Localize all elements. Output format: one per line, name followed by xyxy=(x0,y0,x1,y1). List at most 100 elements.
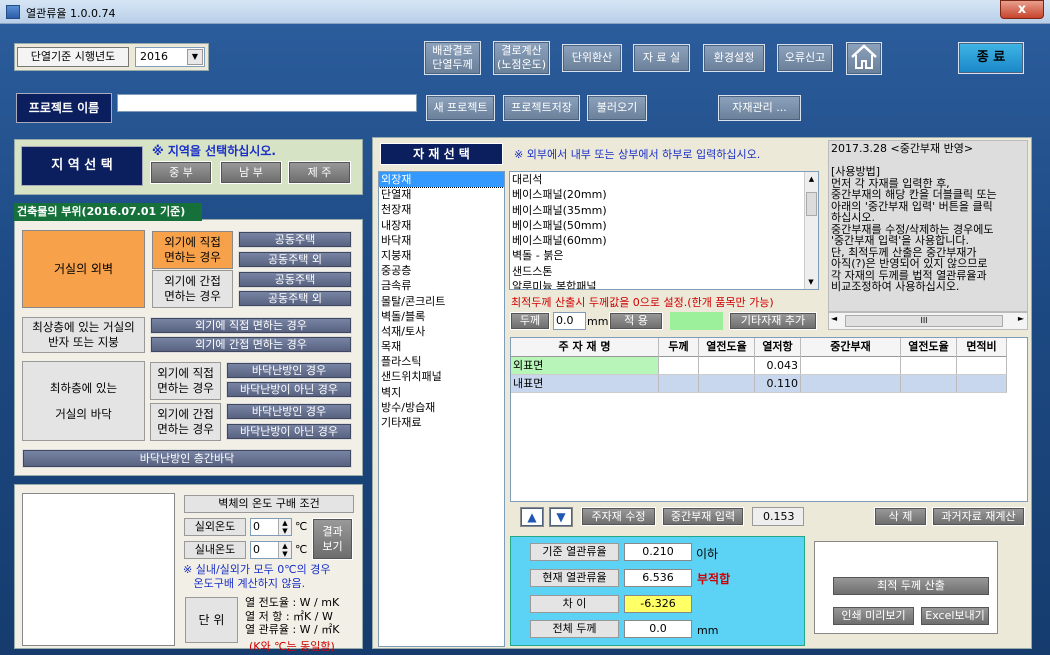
category-item[interactable]: 몰탈/콘크리트 xyxy=(379,294,504,309)
table-cell[interactable] xyxy=(901,357,957,374)
notes-scrollbar[interactable]: ◄ III ► xyxy=(828,312,1028,330)
material-item[interactable]: 알루미늄 복합패널 xyxy=(510,279,818,289)
category-item[interactable]: 벽돌/블록 xyxy=(379,309,504,324)
table-cell[interactable] xyxy=(659,375,699,392)
table-cell[interactable] xyxy=(801,357,901,374)
region-central-button[interactable]: 중 부 xyxy=(150,161,212,184)
thickness-input[interactable]: 0.0 xyxy=(553,312,586,330)
floor-direct-heated-button[interactable]: 바닥난방인 경우 xyxy=(226,362,352,379)
column-header[interactable]: 두께 xyxy=(659,338,699,357)
roof-direct-button[interactable]: 외기에 직접 면하는 경우 xyxy=(150,317,352,334)
scroll-thumb[interactable] xyxy=(806,192,817,216)
unit-convert-button[interactable]: 단위환산 xyxy=(562,44,622,72)
table-cell[interactable] xyxy=(699,357,755,374)
year-select[interactable]: 2016 ▼ xyxy=(135,47,205,67)
indoor-temp-input[interactable]: 0 ▲ ▼ xyxy=(250,541,292,559)
floor-direct-nonheated-button[interactable]: 바닥난방이 아닌 경우 xyxy=(226,381,352,398)
material-item[interactable]: 베이스패널(60mm) xyxy=(510,233,818,248)
wall-indirect-nonapt-button[interactable]: 공동주택 외 xyxy=(238,290,352,307)
material-management-button[interactable]: 자재관리 ... xyxy=(718,95,801,121)
add-other-material-button[interactable]: 기타자재 추가 xyxy=(729,312,817,330)
report-error-button[interactable]: 오류신고 xyxy=(777,44,833,72)
home-button[interactable] xyxy=(846,42,882,75)
material-item[interactable]: 벽돌 - 붉은 xyxy=(510,248,818,263)
intermediate-floor-button[interactable]: 바닥난방인 층간바닥 xyxy=(22,449,352,468)
column-header[interactable]: 주 자 재 명 xyxy=(511,338,659,357)
column-header[interactable]: 중간부재 xyxy=(801,338,901,357)
category-item[interactable]: 방수/방습재 xyxy=(379,400,504,415)
category-item[interactable]: 기타재료 xyxy=(379,415,504,430)
category-item[interactable]: 내장재 xyxy=(379,218,504,233)
table-cell[interactable] xyxy=(901,375,957,392)
material-table[interactable]: 주 자 재 명 두께 열전도율 열저항 중간부재 열전도율 면적비 외표면 0.043 내표면 0… xyxy=(510,337,1028,502)
scroll-up-icon[interactable]: ▲ xyxy=(805,172,818,186)
category-item[interactable]: 중공층 xyxy=(379,263,504,278)
scroll-left-icon[interactable]: ◄ xyxy=(831,314,837,323)
chevron-down-icon[interactable]: ▼ xyxy=(187,49,203,65)
table-cell[interactable]: 내표면 xyxy=(511,375,659,392)
delete-button[interactable]: 삭 제 xyxy=(874,507,927,526)
close-button[interactable]: x xyxy=(1000,0,1044,19)
wall-direct-apt-button[interactable]: 공동주택 xyxy=(238,231,352,248)
table-cell[interactable]: 0.110 xyxy=(755,375,801,392)
move-down-button[interactable]: ▼ xyxy=(549,507,573,527)
settings-button[interactable]: 환경설정 xyxy=(703,44,765,72)
category-item[interactable]: 지붕재 xyxy=(379,248,504,263)
category-item[interactable]: 플라스틱 xyxy=(379,354,504,369)
category-item[interactable]: 단열재 xyxy=(379,187,504,202)
table-cell[interactable] xyxy=(659,357,699,374)
scroll-right-icon[interactable]: ► xyxy=(1018,314,1024,323)
project-name-input[interactable] xyxy=(117,94,417,112)
table-cell[interactable]: 외표면 xyxy=(511,357,659,374)
region-south-button[interactable]: 남 부 xyxy=(220,161,282,184)
category-item[interactable]: 샌드위치패널 xyxy=(379,369,504,384)
category-item[interactable]: 목재 xyxy=(379,339,504,354)
column-header[interactable]: 면적비 xyxy=(957,338,1007,357)
material-item[interactable]: 베이스패널(50mm) xyxy=(510,218,818,233)
table-row[interactable]: 내표면 0.110 xyxy=(511,375,1007,393)
table-cell[interactable] xyxy=(957,357,1007,374)
outdoor-temp-input[interactable]: 0 ▲ ▼ xyxy=(250,518,292,536)
apply-button[interactable]: 적 용 xyxy=(609,312,663,330)
show-result-button[interactable]: 결과 보기 xyxy=(312,518,353,560)
edit-material-button[interactable]: 주자재 수정 xyxy=(581,507,656,526)
move-up-button[interactable]: ▲ xyxy=(520,507,544,527)
column-header[interactable]: 열저항 xyxy=(755,338,801,357)
material-item[interactable]: 샌드스톤 xyxy=(510,264,818,279)
recalculate-button[interactable]: 과거자료 재계산 xyxy=(932,507,1025,526)
roof-indirect-button[interactable]: 외기에 간접 면하는 경우 xyxy=(150,336,352,353)
table-cell[interactable] xyxy=(957,375,1007,392)
notes-scroll-thumb[interactable]: III xyxy=(845,315,1003,327)
excel-export-button[interactable]: Excel보내기 xyxy=(920,606,990,626)
category-item[interactable]: 외장재 xyxy=(379,172,504,189)
table-cell[interactable]: 0.043 xyxy=(755,357,801,374)
table-cell[interactable] xyxy=(801,375,901,392)
dewpoint-button[interactable]: 결로계산 (노점온도) xyxy=(493,41,550,75)
column-header[interactable]: 열전도율 xyxy=(901,338,957,357)
optimal-thickness-button[interactable]: 최적 두께 산출 xyxy=(832,576,990,596)
material-item[interactable]: 베이스패널(20mm) xyxy=(510,187,818,202)
save-project-button[interactable]: 프로젝트저장 xyxy=(503,95,580,121)
unit-button[interactable]: 단 위 xyxy=(185,597,238,643)
floor-indirect-nonheated-button[interactable]: 바닥난방이 아닌 경우 xyxy=(226,423,352,440)
wall-direct-nonapt-button[interactable]: 공동주택 외 xyxy=(238,251,352,268)
region-jeju-button[interactable]: 제 주 xyxy=(288,161,351,184)
scroll-down-icon[interactable]: ▼ xyxy=(805,275,817,289)
category-item[interactable]: 석재/토사 xyxy=(379,324,504,339)
category-item[interactable]: 벽지 xyxy=(379,385,504,400)
wall-indirect-apt-button[interactable]: 공동주택 xyxy=(238,271,352,288)
category-item[interactable]: 바닥재 xyxy=(379,233,504,248)
category-item[interactable]: 금속류 xyxy=(379,278,504,293)
column-header[interactable]: 열전도율 xyxy=(699,338,755,357)
material-item[interactable]: 대리석 xyxy=(510,172,818,187)
material-item[interactable]: 베이스패널(35mm) xyxy=(510,203,818,218)
outdoor-spinner-icon[interactable]: ▲ ▼ xyxy=(278,519,291,535)
floor-indirect-heated-button[interactable]: 바닥난방인 경우 xyxy=(226,403,352,420)
new-project-button[interactable]: 새 프로젝트 xyxy=(426,95,495,121)
item-list-scrollbar[interactable]: ▲ ▼ xyxy=(804,172,818,289)
indoor-spinner-icon[interactable]: ▲ ▼ xyxy=(278,542,291,558)
table-row[interactable]: 외표면 0.043 xyxy=(511,357,1007,375)
pipe-condensation-button[interactable]: 배관결로 단열두께 xyxy=(424,41,481,75)
load-project-button[interactable]: 불러오기 xyxy=(587,95,647,121)
table-cell[interactable] xyxy=(699,375,755,392)
